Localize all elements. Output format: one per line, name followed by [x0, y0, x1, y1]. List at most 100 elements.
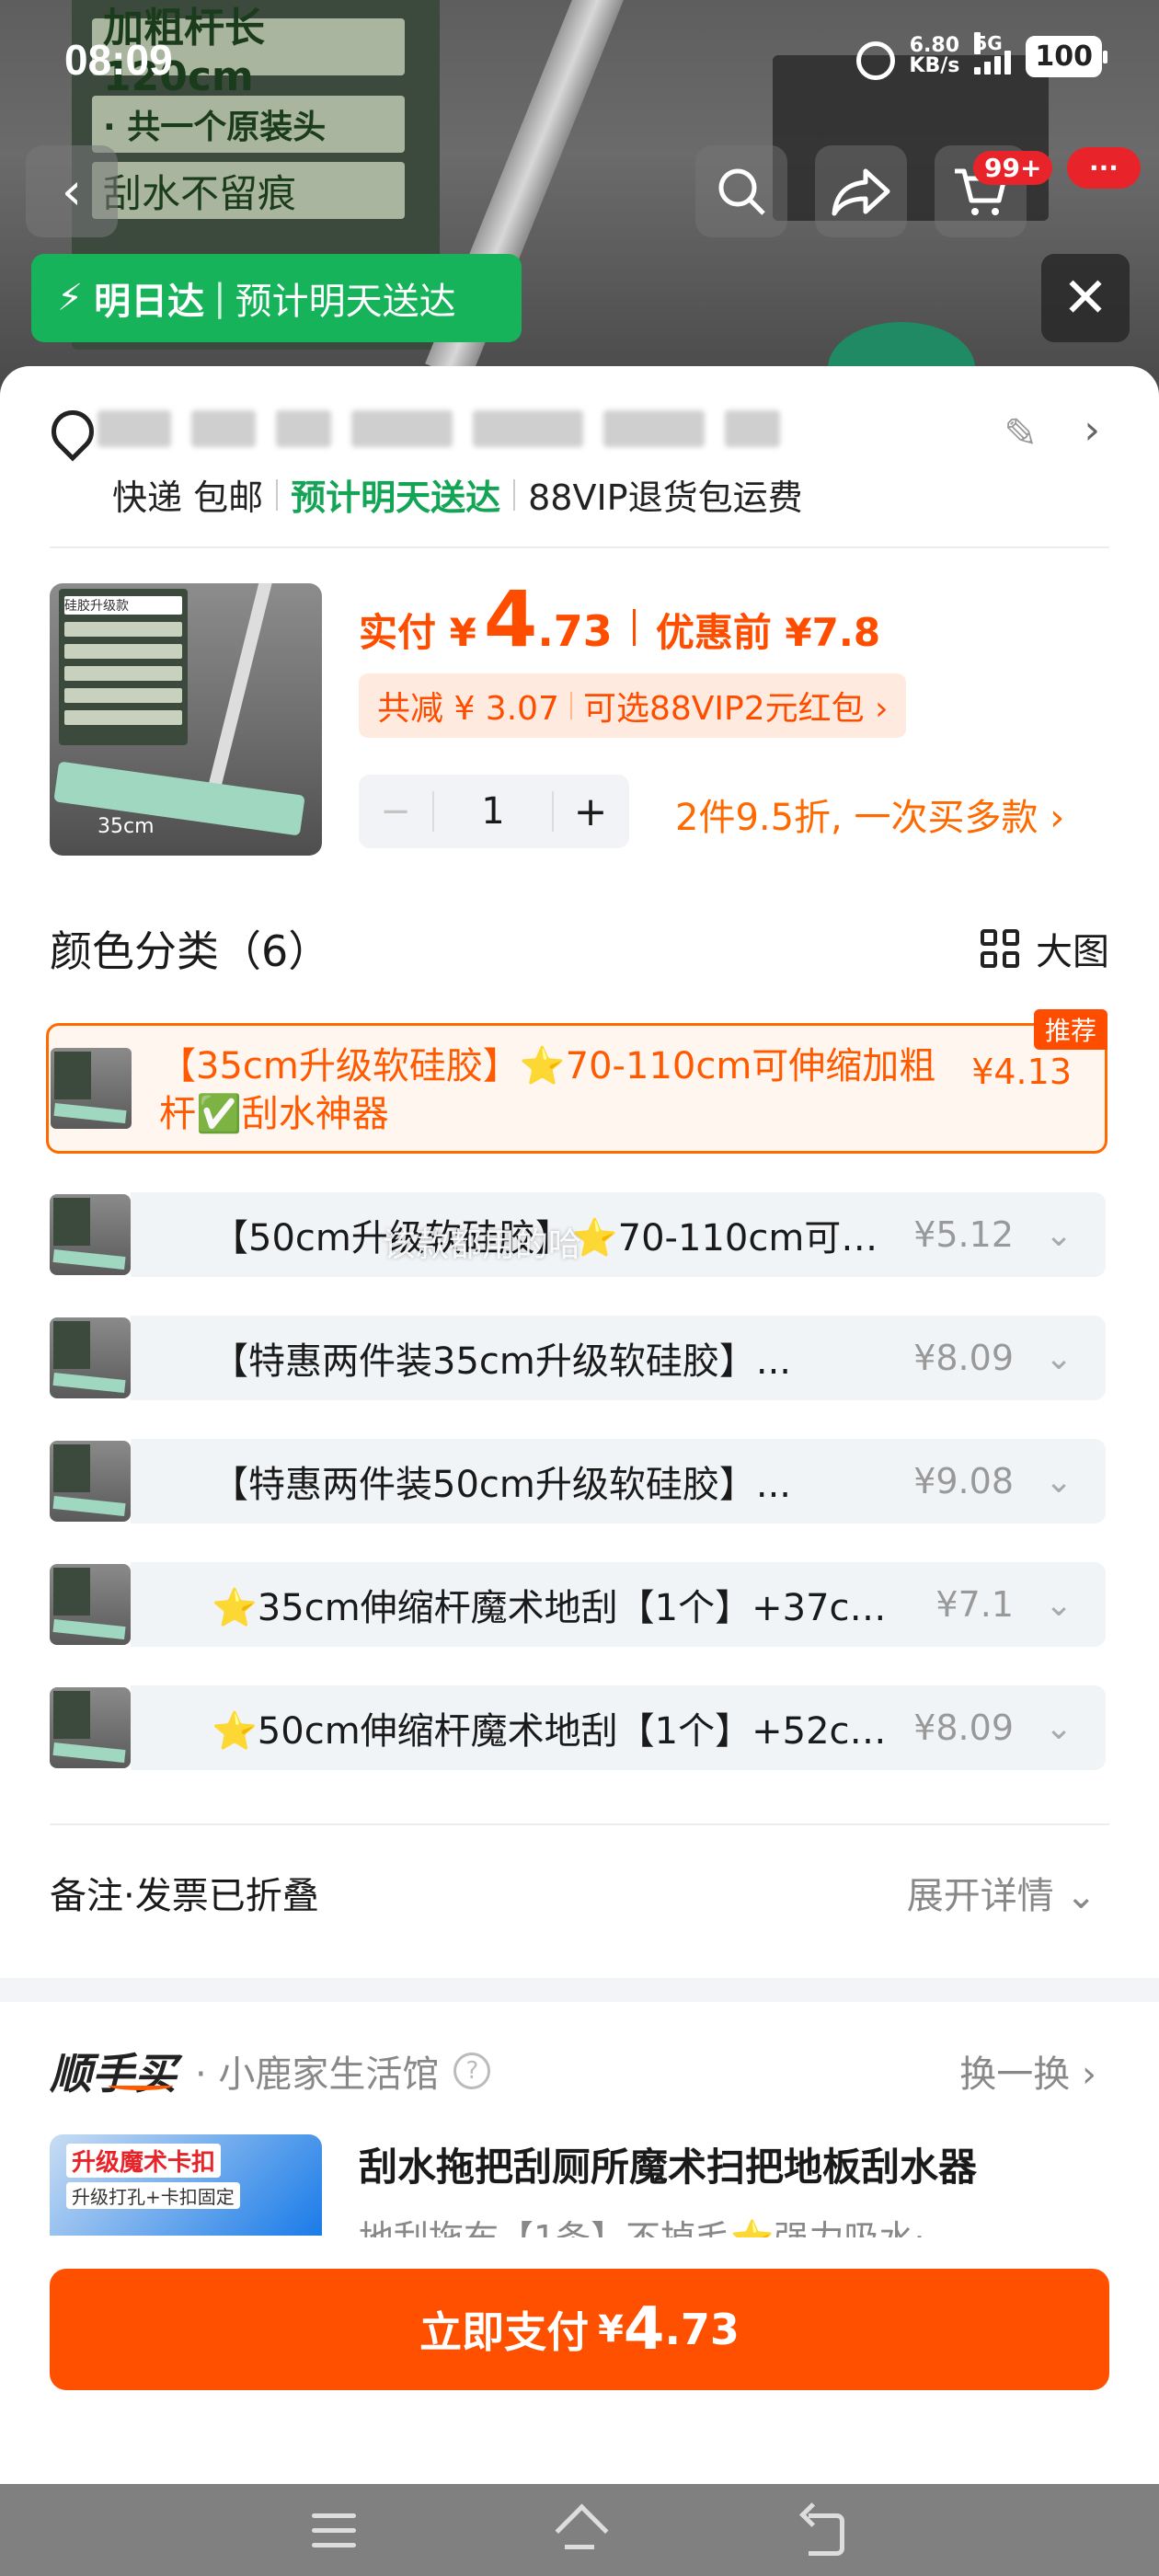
- quantity-input[interactable]: 1: [432, 790, 554, 833]
- thumbnail-pole: [207, 583, 273, 794]
- close-icon: ✕: [1061, 266, 1109, 330]
- pay-label: 实付 ¥: [359, 610, 476, 655]
- pay-button-label: 立即支付: [419, 2307, 590, 2357]
- thumbnail-size: 35cm: [98, 815, 155, 838]
- battery-icon: 100: [1026, 35, 1107, 77]
- more-button[interactable]: ···: [1067, 147, 1141, 189]
- remark-invoice-label: 备注·发票已折叠: [50, 1875, 319, 1917]
- help-icon[interactable]: ?: [453, 2053, 491, 2089]
- clock: 08:09: [64, 36, 173, 84]
- search-button[interactable]: [695, 145, 787, 237]
- cart-badge: 99+: [973, 151, 1053, 185]
- thumbnail-title: 硅胶升级款: [64, 596, 182, 615]
- shunshoumai-logo: 顺手买: [50, 2041, 177, 2101]
- alarm-icon: [852, 35, 896, 80]
- back-button[interactable]: ‹: [26, 145, 118, 237]
- delivery-detail: 预计明天送达: [235, 281, 456, 323]
- total-saving: 共减 ¥ 3.07: [377, 690, 559, 728]
- variant-thumbnail: [50, 1687, 131, 1768]
- variant-option[interactable]: 【特惠两件装50cm升级软硅胶】... ¥9.08 ⌄: [50, 1439, 1106, 1524]
- edit-icon[interactable]: ✎: [1004, 410, 1038, 457]
- variant-option[interactable]: 【特惠两件装35cm升级软硅胶】... ¥8.09 ⌄: [50, 1316, 1106, 1400]
- pay-price-int: 4: [483, 574, 538, 664]
- chevron-right-icon[interactable]: ›: [1084, 407, 1100, 454]
- variant-name: 【特惠两件装35cm升级软硅胶】...: [212, 1340, 791, 1383]
- quantity-stepper: − 1 +: [359, 775, 629, 848]
- search-icon: [718, 168, 765, 215]
- brand-text: 顺手买: [50, 2049, 177, 2099]
- variant-thumbnail: [50, 1564, 131, 1645]
- order-sheet: ✎ › 快递 包邮 预计明天送达 88VIP退货包运费 硅胶升级款 35cm 实…: [0, 366, 1159, 2484]
- shipping-info: 快递 包邮 预计明天送达 88VIP退货包运费: [112, 469, 803, 520]
- shipping-method: 快递 包邮: [112, 477, 264, 518]
- pay-now-button[interactable]: 立即支付 ¥ 4 .73: [50, 2269, 1109, 2390]
- shipping-eta: 预计明天送达: [291, 477, 501, 518]
- big-view-toggle[interactable]: 大图: [981, 922, 1109, 975]
- shop-name: · 小鹿家生活馆 ?: [195, 2044, 491, 2098]
- variant-option[interactable]: ⭐35cm伸缩杆魔术地刮【1个】+37cm... ¥7.1 ⌄: [50, 1562, 1106, 1647]
- decrease-button[interactable]: −: [359, 775, 432, 848]
- chevron-down-icon: ⌄: [1045, 1708, 1073, 1747]
- delivery-separator: |: [213, 277, 226, 319]
- shop-label: · 小鹿家生活馆: [195, 2053, 440, 2096]
- network-speed: 6.80 KB/s: [909, 36, 959, 76]
- location-pin-icon: [50, 410, 86, 458]
- address-row[interactable]: ✎ ›: [50, 403, 1113, 458]
- recommended-product-subtitle: 地刮拖布【1条】不掉毛⭐强力吸水·: [359, 2210, 925, 2237]
- share-icon: [832, 168, 890, 216]
- delivery-label: 明日达: [94, 281, 205, 323]
- pay-button-int: 4: [623, 2295, 665, 2363]
- discount-chip[interactable]: 共减 ¥ 3.07 可选88VIP2元红包 ›: [359, 673, 907, 738]
- variant-name: 【特惠两件装50cm升级软硅胶】...: [212, 1464, 791, 1506]
- section-gap: [0, 1978, 1159, 2002]
- thumb-tag: 升级魔术卡扣: [66, 2144, 222, 2178]
- divider: [569, 692, 572, 719]
- price-divider: [632, 609, 636, 646]
- chevron-down-icon: ⌄: [1045, 1585, 1073, 1624]
- photo-text-3: 刮水不留痕: [92, 162, 405, 219]
- chevron-left-icon: ‹: [61, 161, 83, 222]
- swap-button[interactable]: 换一换 ›: [959, 2044, 1096, 2098]
- increase-button[interactable]: +: [554, 775, 627, 848]
- home-icon[interactable]: [554, 2504, 605, 2556]
- variant-thumbnail: [50, 1441, 131, 1522]
- variant-name: ⭐35cm伸缩杆魔术地刮【1个】+37cm...: [212, 1587, 918, 1629]
- return-policy: 88VIP退货包运费: [528, 477, 803, 518]
- chevron-down-icon: ⌄: [1045, 1462, 1073, 1501]
- product-thumbnail[interactable]: 硅胶升级款 35cm: [50, 583, 322, 856]
- variant-thumbnail: [51, 1048, 132, 1129]
- network-speed-value: 6.80: [909, 34, 960, 57]
- delivery-badge[interactable]: ⚡ 明日达 | 预计明天送达: [31, 254, 522, 342]
- close-button[interactable]: ✕: [1041, 254, 1130, 342]
- thumb-subtag: 升级打孔+卡扣固定: [66, 2182, 240, 2209]
- pay-price-dec: .73: [537, 606, 613, 656]
- recommended-product-title[interactable]: 刮水拖把刮厕所魔术扫把地板刮水器: [359, 2136, 977, 2192]
- variant-price: ¥4.13: [971, 1052, 1072, 1092]
- status-bar: 08:09 6.80 KB/s 5G 100: [0, 0, 1159, 120]
- variant-price: ¥5.12: [913, 1214, 1014, 1255]
- thumbnail-blade: [53, 761, 305, 836]
- multi-buy-offer[interactable]: 2件9.5折, 一次买多款 ›: [675, 788, 1064, 841]
- variant-section-title: 颜色分类（6）: [50, 926, 331, 976]
- recommended-product-thumbnail[interactable]: 升级魔术卡扣 升级打孔+卡扣固定: [50, 2134, 322, 2236]
- share-button[interactable]: [815, 145, 907, 237]
- recommended-tag: 推荐: [1033, 1009, 1107, 1050]
- back-icon[interactable]: [799, 2504, 851, 2556]
- toast-overlay: 该款都用的哈: [383, 1226, 582, 1264]
- variant-price: ¥9.08: [913, 1461, 1014, 1501]
- big-view-label: 大图: [1036, 931, 1109, 973]
- chevron-down-icon: ⌄: [1045, 1339, 1073, 1377]
- divider: [276, 478, 279, 511]
- network-type: 5G: [974, 32, 1003, 54]
- status-icons: 6.80 KB/s 5G 100: [852, 32, 1107, 80]
- variant-option[interactable]: ⭐50cm伸缩杆魔术地刮【1个】+52cm... ¥8.09 ⌄: [50, 1685, 1106, 1770]
- variant-option-selected[interactable]: 【35cm升级软硅胶】⭐70-110cm可伸缩加粗杆✅刮水神器 ¥4.13 推荐: [46, 1009, 1107, 1154]
- menu-icon[interactable]: [308, 2504, 360, 2556]
- variant-price: ¥7.1: [935, 1584, 1014, 1625]
- network-speed-unit: KB/s: [909, 54, 960, 77]
- expand-details-button[interactable]: 展开详情 ⌄: [907, 1866, 1096, 1919]
- grid-icon: [981, 929, 1019, 968]
- variant-price: ¥8.09: [913, 1338, 1014, 1378]
- variant-name: ⭐50cm伸缩杆魔术地刮【1个】+52cm...: [212, 1710, 896, 1753]
- variant-name: 【35cm升级软硅胶】⭐70-110cm可伸缩加粗杆✅刮水神器: [159, 1045, 936, 1135]
